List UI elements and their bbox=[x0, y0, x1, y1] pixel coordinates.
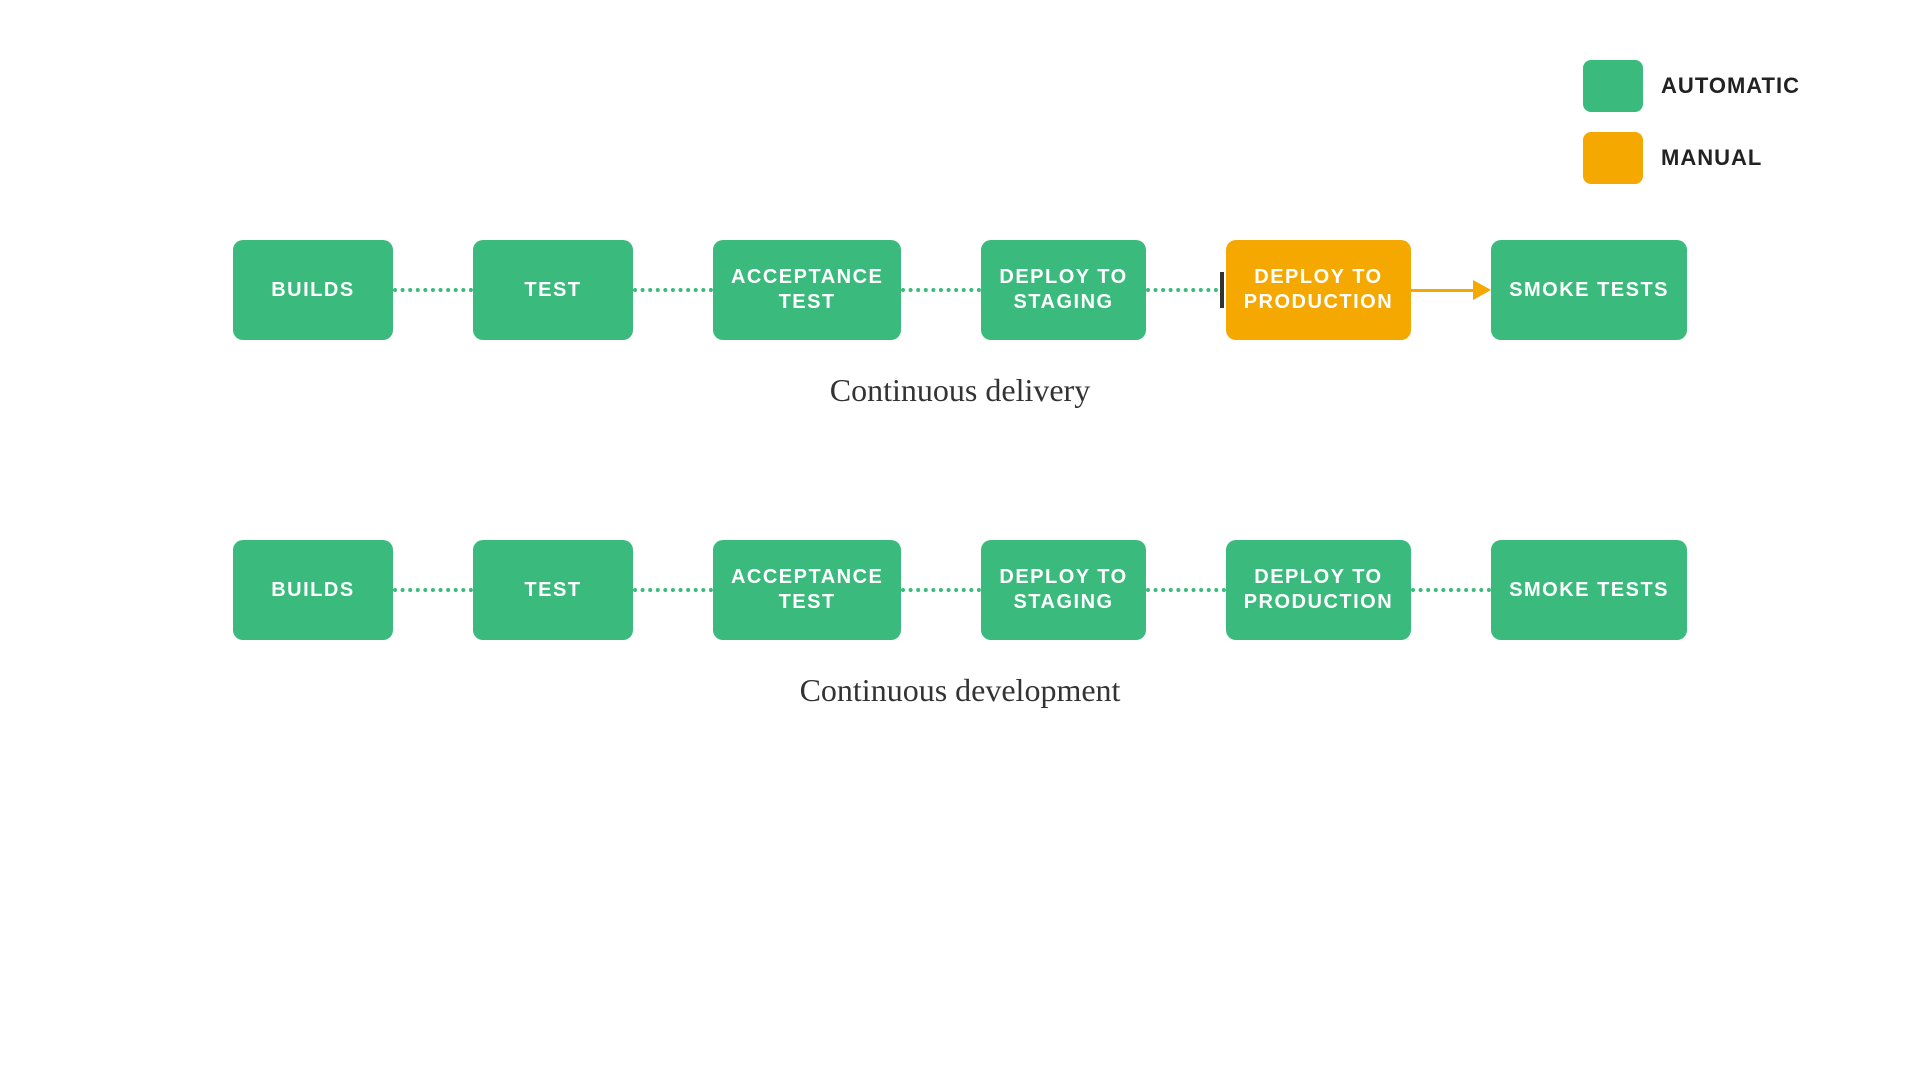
stage-acceptance-test: ACCEPTANCETEST bbox=[713, 240, 901, 340]
delivery-pipeline: BUILDS TEST ACCEPTANCETEST DEPLOY TOSTAG… bbox=[0, 240, 1920, 409]
delivery-row: BUILDS TEST ACCEPTANCETEST DEPLOY TOSTAG… bbox=[233, 240, 1687, 340]
development-row: BUILDS TEST ACCEPTANCETEST DEPLOY TOSTAG… bbox=[233, 540, 1687, 640]
arrow-line bbox=[1411, 289, 1473, 292]
delivery-label: Continuous delivery bbox=[830, 372, 1090, 409]
stage-smoke-tests-2: SMOKE TESTS bbox=[1491, 540, 1687, 640]
legend-automatic-box bbox=[1583, 60, 1643, 112]
legend: AUTOMATIC MANUAL bbox=[1583, 60, 1800, 184]
connector-2 bbox=[633, 288, 713, 292]
connector-d1 bbox=[393, 588, 473, 592]
stage-test-2: TEST bbox=[473, 540, 633, 640]
stage-builds: BUILDS bbox=[233, 240, 393, 340]
connector-arrow bbox=[1411, 280, 1491, 300]
legend-manual-label: MANUAL bbox=[1661, 145, 1762, 171]
connector-1 bbox=[393, 288, 473, 292]
legend-manual: MANUAL bbox=[1583, 132, 1800, 184]
legend-automatic-label: AUTOMATIC bbox=[1661, 73, 1800, 99]
stage-deploy-staging: DEPLOY TOSTAGING bbox=[981, 240, 1145, 340]
stage-smoke-tests: SMOKE TESTS bbox=[1491, 240, 1687, 340]
stage-acceptance-test-2: ACCEPTANCETEST bbox=[713, 540, 901, 640]
stage-test: TEST bbox=[473, 240, 633, 340]
stage-builds-2: BUILDS bbox=[233, 540, 393, 640]
connector-3 bbox=[901, 288, 981, 292]
connector-manual-gate bbox=[1146, 272, 1226, 308]
legend-manual-box bbox=[1583, 132, 1643, 184]
stage-deploy-staging-2: DEPLOY TOSTAGING bbox=[981, 540, 1145, 640]
manual-gate-bar bbox=[1220, 272, 1224, 308]
stage-deploy-production-2: DEPLOY TOPRODUCTION bbox=[1226, 540, 1411, 640]
legend-automatic: AUTOMATIC bbox=[1583, 60, 1800, 112]
arrow-head bbox=[1473, 280, 1491, 300]
connector-d3 bbox=[901, 588, 981, 592]
connector-d5 bbox=[1411, 588, 1491, 592]
development-pipeline: BUILDS TEST ACCEPTANCETEST DEPLOY TOSTAG… bbox=[0, 540, 1920, 709]
connector-d2 bbox=[633, 588, 713, 592]
development-label: Continuous development bbox=[800, 672, 1121, 709]
connector-d4 bbox=[1146, 588, 1226, 592]
stage-deploy-production: DEPLOY TOPRODUCTION bbox=[1226, 240, 1411, 340]
